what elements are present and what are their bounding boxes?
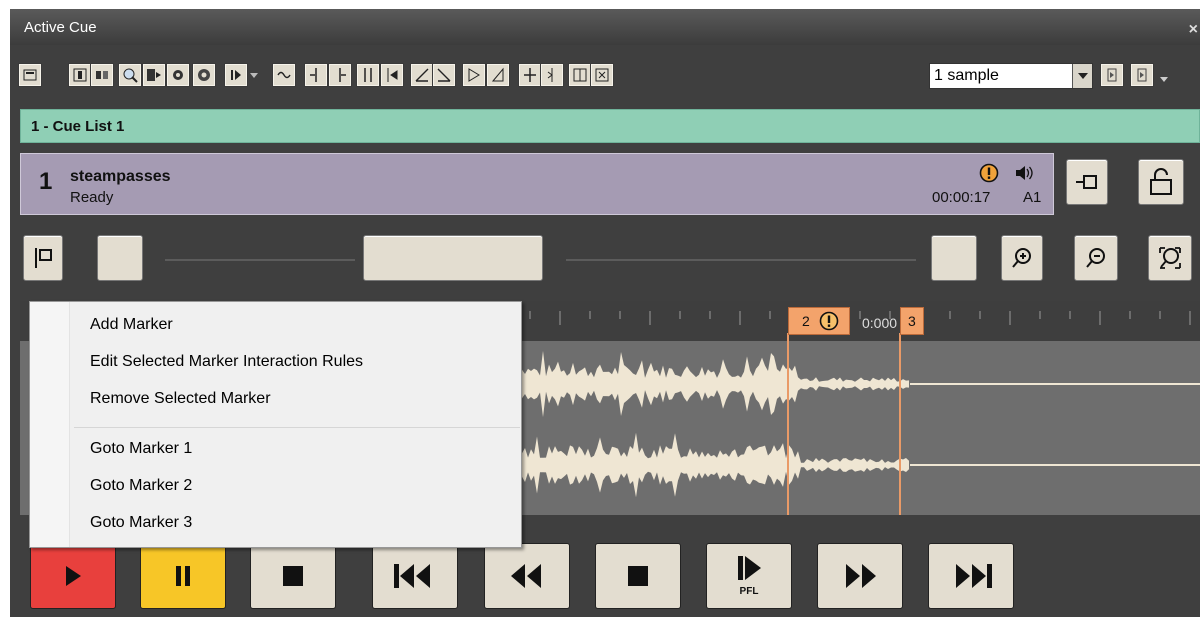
resolution-value: 1 sample [934, 67, 999, 84]
play-options-dropdown-icon[interactable] [250, 73, 258, 78]
out-point-slider-handle[interactable] [931, 235, 977, 281]
loop-icon[interactable] [272, 63, 296, 87]
pause-button[interactable] [140, 543, 226, 609]
properties-icon[interactable] [18, 63, 42, 87]
cue-list-label: 1 - Cue List 1 [31, 118, 125, 135]
zoom-in-button[interactable] [1001, 235, 1043, 281]
marker-warning-icon [819, 311, 839, 334]
cue-name: steampasses [70, 168, 171, 185]
settings-icon[interactable] [166, 63, 190, 87]
add-marker-button[interactable] [23, 235, 63, 281]
play-options-icon[interactable] [224, 63, 248, 87]
menu-item-add-marker[interactable]: Add Marker [90, 316, 173, 340]
chevron-down-icon[interactable] [1072, 64, 1092, 88]
overflow-chevron-icon[interactable] [1160, 77, 1168, 82]
output-icon[interactable] [68, 63, 92, 87]
marker-right-icon[interactable] [328, 63, 352, 87]
marker-end-icon[interactable] [380, 63, 404, 87]
ruler-time-label: 0:000 [862, 315, 898, 331]
zoom-fit-button[interactable] [1148, 235, 1192, 281]
audio-output-icon[interactable] [90, 63, 114, 87]
zoom-out-button[interactable] [1074, 235, 1118, 281]
marker-start-icon[interactable] [356, 63, 380, 87]
slider-track-right [566, 259, 916, 261]
rewind-button[interactable] [484, 543, 570, 609]
marker-3-label: 3 [908, 313, 916, 329]
marker-2-flag[interactable]: 2 [788, 307, 850, 335]
cue-status: Ready [70, 189, 114, 206]
menu-item-goto-marker-1[interactable]: Goto Marker 1 [90, 440, 192, 464]
skip-to-end-button[interactable] [928, 543, 1014, 609]
marker-left-icon[interactable] [304, 63, 328, 87]
marker-2-label: 2 [802, 313, 810, 329]
warning-icon [979, 163, 999, 188]
window-title: Active Cue [24, 19, 97, 36]
pin-button[interactable] [1066, 159, 1108, 205]
zoom-icon[interactable] [118, 63, 142, 87]
snap-right-icon[interactable] [590, 63, 614, 87]
menu-item-edit-rules[interactable]: Edit Selected Marker Interaction Rules [90, 353, 363, 377]
gain-out-icon[interactable] [486, 63, 510, 87]
nudge-right-icon[interactable] [1130, 63, 1154, 87]
menu-item-goto-marker-3[interactable]: Goto Marker 3 [90, 514, 192, 538]
title-bar: Active Cue × [10, 9, 1200, 45]
marker-3-flag[interactable]: 3 [900, 307, 924, 335]
in-point-slider-handle[interactable] [97, 235, 143, 281]
cue-output: A1 [1023, 189, 1042, 206]
range-slider-handle[interactable] [363, 235, 543, 281]
nudge-left-icon[interactable] [1100, 63, 1124, 87]
snap-left-icon[interactable] [568, 63, 592, 87]
cue-list-bar[interactable]: 1 - Cue List 1 [20, 109, 1200, 143]
advanced-settings-icon[interactable] [192, 63, 216, 87]
menu-gutter [30, 302, 70, 547]
fade-in-icon[interactable] [410, 63, 434, 87]
pfl-play-button[interactable]: PFL [706, 543, 792, 609]
cue-info-panel: 1 steampasses Ready 00:00:17 A1 [20, 153, 1054, 215]
marker-3-line[interactable] [899, 333, 901, 515]
cue-number: 1 [39, 168, 53, 195]
active-cue-window: Active Cue × 1 sample 1 - Cue List 1 1 s… [10, 9, 1200, 617]
slider-track-left [165, 259, 355, 261]
marker-context-menu: Add Marker Edit Selected Marker Interact… [29, 301, 522, 548]
menu-item-goto-marker-2[interactable]: Goto Marker 2 [90, 477, 192, 501]
pfl-label: PFL [740, 586, 759, 597]
resolution-select[interactable]: 1 sample [929, 63, 1093, 89]
marker-2-line[interactable] [787, 333, 789, 515]
split-icon[interactable] [518, 63, 542, 87]
stop-all-button[interactable] [595, 543, 681, 609]
fast-forward-button[interactable] [817, 543, 903, 609]
join-icon[interactable] [540, 63, 564, 87]
cue-duration: 00:00:17 [932, 189, 991, 206]
lock-button[interactable] [1138, 159, 1184, 205]
gain-in-icon[interactable] [462, 63, 486, 87]
speaker-icon [1014, 164, 1034, 187]
close-icon[interactable]: × [1189, 21, 1198, 39]
menu-separator [74, 427, 520, 428]
audio-routing-icon[interactable] [142, 63, 166, 87]
fade-out-icon[interactable] [432, 63, 456, 87]
skip-to-start-button[interactable] [372, 543, 458, 609]
stop-button[interactable] [250, 543, 336, 609]
play-button[interactable] [30, 543, 116, 609]
menu-item-remove-marker[interactable]: Remove Selected Marker [90, 390, 271, 414]
